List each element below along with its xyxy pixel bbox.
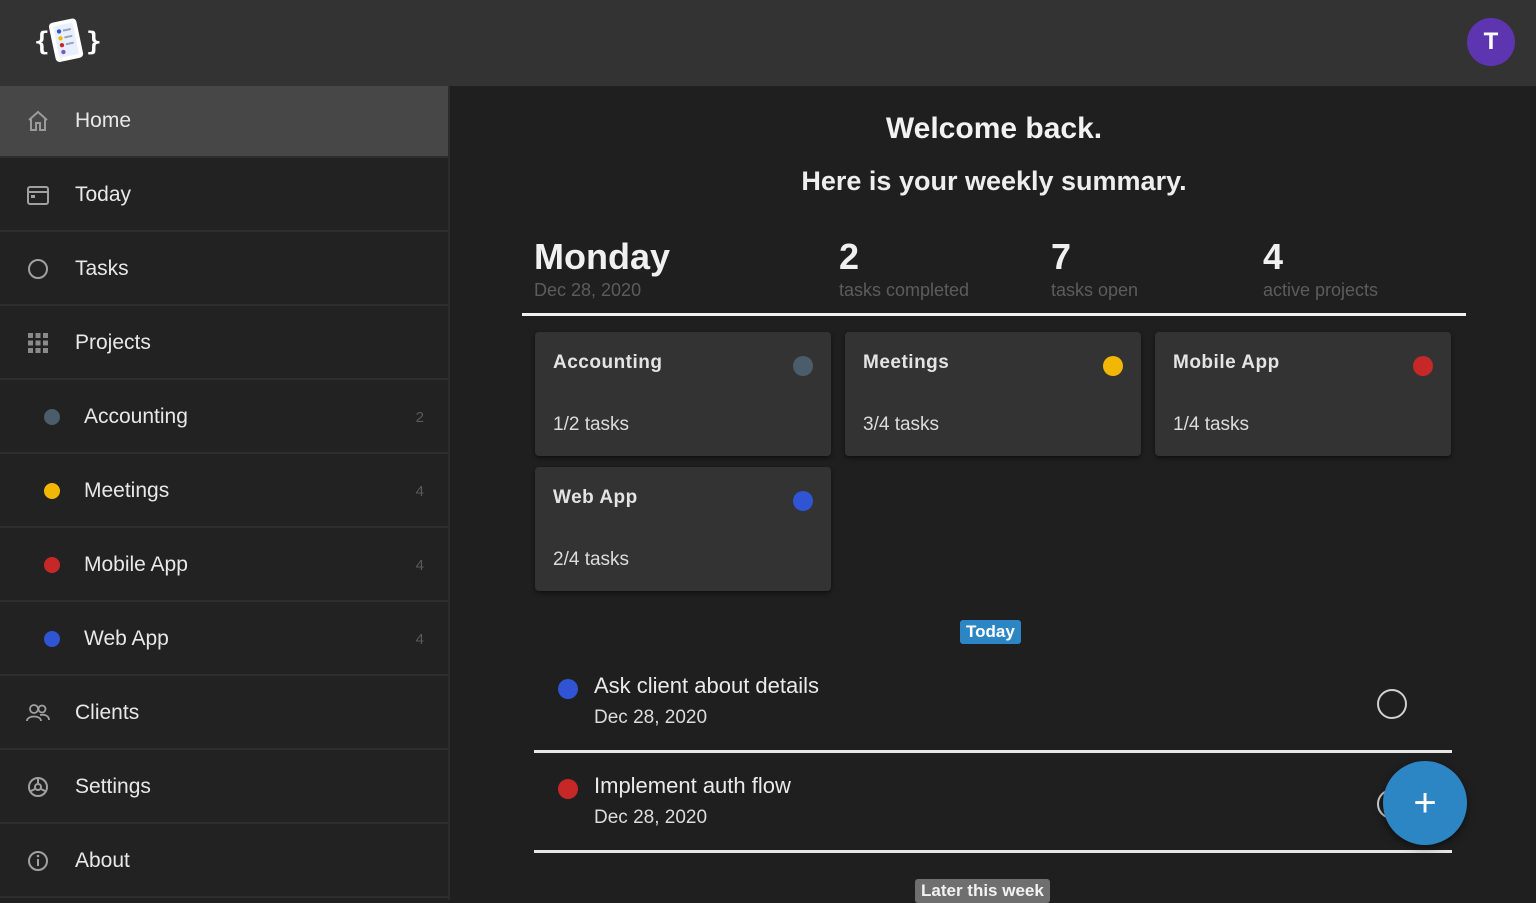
project-card-accounting[interactable]: Accounting 1/2 tasks [535,332,831,456]
gear-icon [24,773,52,801]
weekly-stats: Monday Dec 28, 2020 2 tasks completed 7 … [522,236,1466,316]
open-label: tasks open [1051,280,1139,300]
projects-label: active projects [1263,280,1379,300]
task-row[interactable]: Implement auth flow Dec 28, 2020 [534,753,1452,853]
stat-open: 7 tasks open [1051,236,1138,301]
sidebar-item-label: Today [75,183,132,206]
sidebar-item-label: Projects [75,331,151,354]
task-title: Implement auth flow [594,773,791,798]
project-count: 4 [415,556,424,574]
summary-subheading: Here is your weekly summary. [801,166,1187,196]
task-title: Ask client about details [594,673,820,698]
sidebar-item-about[interactable]: About [0,826,448,898]
project-color-dot [793,491,813,511]
project-color-dot [1413,356,1433,376]
sidebar-item-clients[interactable]: Clients [0,678,448,750]
card-task-count: 1/2 tasks [553,414,630,435]
project-count: 4 [415,630,424,648]
project-color-dot [44,557,60,573]
sidebar-item-today[interactable]: Today [0,160,448,232]
home-icon [24,107,52,135]
task-project-dot [558,679,578,699]
project-card-web-app[interactable]: Web App 2/4 tasks [535,467,831,591]
app-logo-icon[interactable]: { } [34,14,102,66]
sidebar-project-meetings[interactable]: Meetings 4 [0,456,448,528]
project-label: Meetings [84,479,170,502]
welcome-heading: Welcome back. [885,112,1103,145]
card-title: Web App [553,487,638,508]
stat-day: Monday Dec 28, 2020 [534,236,670,301]
sidebar-project-mobile-app[interactable]: Mobile App 4 [0,530,448,602]
open-value: 7 [1051,236,1072,277]
projects-value: 4 [1263,236,1284,277]
stat-projects: 4 active projects [1263,236,1378,301]
card-title: Meetings [863,352,950,373]
sidebar-item-label: Tasks [75,257,129,280]
svg-text:{: { [34,27,50,57]
completed-label: tasks completed [839,280,970,300]
calendar-icon [24,181,52,209]
sidebar-item-tasks[interactable]: Tasks [0,234,448,306]
project-count: 4 [415,482,424,500]
stat-completed: 2 tasks completed [839,236,969,301]
project-label: Mobile App [84,553,188,576]
people-icon [24,699,52,727]
card-task-count: 3/4 tasks [863,414,940,435]
today-section-badge: Today [960,620,1021,644]
sidebar-project-web-app[interactable]: Web App 4 [0,604,448,676]
svg-text:}: } [86,27,100,57]
circle-icon [24,255,52,283]
project-card-mobile-app[interactable]: Mobile App 1/4 tasks [1155,332,1451,456]
day-date: Dec 28, 2020 [534,280,642,300]
project-color-dot [1103,356,1123,376]
sidebar-project-accounting[interactable]: Accounting 2 [0,382,448,454]
user-avatar[interactable]: T [1467,18,1515,66]
project-label: Accounting [84,405,188,428]
project-label: Web App [84,627,169,650]
sidebar: Home Today Tasks Projects Accounting 2 M… [0,86,450,900]
sidebar-item-settings[interactable]: Settings [0,752,448,824]
completed-value: 2 [839,236,860,277]
day-name: Monday [534,236,671,277]
info-icon [24,847,52,875]
card-task-count: 1/4 tasks [1173,414,1250,435]
card-task-count: 2/4 tasks [553,549,630,570]
card-title: Mobile App [1173,352,1280,373]
sidebar-item-projects[interactable]: Projects [0,308,448,380]
task-date: Dec 28, 2020 [594,707,708,728]
main-content: Welcome back. Here is your weekly summar… [452,86,1536,903]
task-row[interactable]: Ask client about details Dec 28, 2020 [534,653,1452,753]
top-bar: { } T [0,0,1536,86]
task-complete-checkbox[interactable] [1377,689,1407,719]
grid-icon [24,329,52,357]
later-section-badge: Later this week [915,879,1050,903]
sidebar-item-label: Clients [75,701,140,724]
project-color-dot [793,356,813,376]
project-color-dot [44,483,60,499]
task-project-dot [558,779,578,799]
card-title: Accounting [553,352,663,373]
project-color-dot [44,631,60,647]
add-task-button[interactable]: + [1383,761,1467,845]
sidebar-item-home[interactable]: Home [0,86,448,158]
project-card-meetings[interactable]: Meetings 3/4 tasks [845,332,1141,456]
sidebar-item-label: Settings [75,775,151,798]
project-count: 2 [415,408,424,426]
project-color-dot [44,409,60,425]
task-date: Dec 28, 2020 [594,807,708,828]
sidebar-item-label: Home [75,109,132,132]
sidebar-item-label: About [75,849,130,872]
